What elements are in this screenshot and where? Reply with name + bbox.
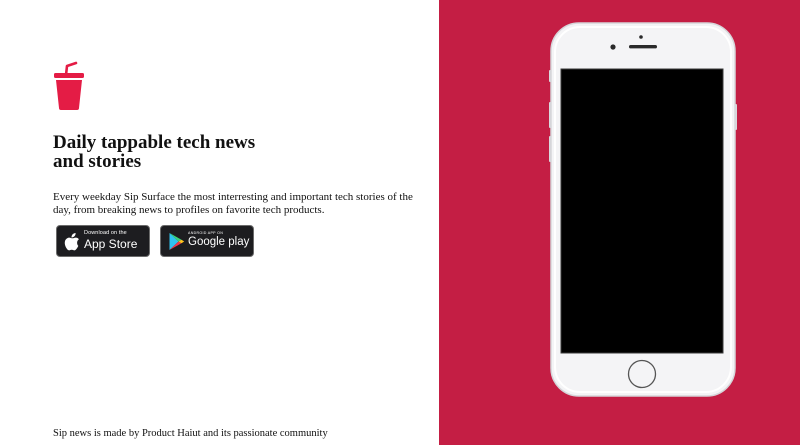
- left-pane: Daily tappable tech news and stories Eve…: [0, 0, 439, 445]
- apple-icon: [64, 233, 79, 251]
- app-store-label: App Store: [84, 236, 138, 251]
- app-store-button[interactable]: Download on the App Store: [56, 225, 150, 257]
- play-triangle-icon: [169, 233, 185, 250]
- footer-credit: Sip news is made by Product Haiut and it…: [53, 428, 328, 439]
- headline: Daily tappable tech news and stories: [53, 133, 353, 171]
- description: Every weekday Sip Surface the most inter…: [53, 191, 413, 216]
- google-play-label: Google play: [188, 235, 250, 248]
- iphone-device-icon: [549, 22, 737, 397]
- google-play-button[interactable]: ANDROID APP ON Google play: [160, 225, 254, 257]
- headline-line-1: Daily tappable tech news: [53, 132, 256, 153]
- app-store-small-label: Download on the: [84, 230, 127, 236]
- soda-cup-icon: [54, 61, 84, 110]
- headline-line-2: and stories: [53, 151, 142, 172]
